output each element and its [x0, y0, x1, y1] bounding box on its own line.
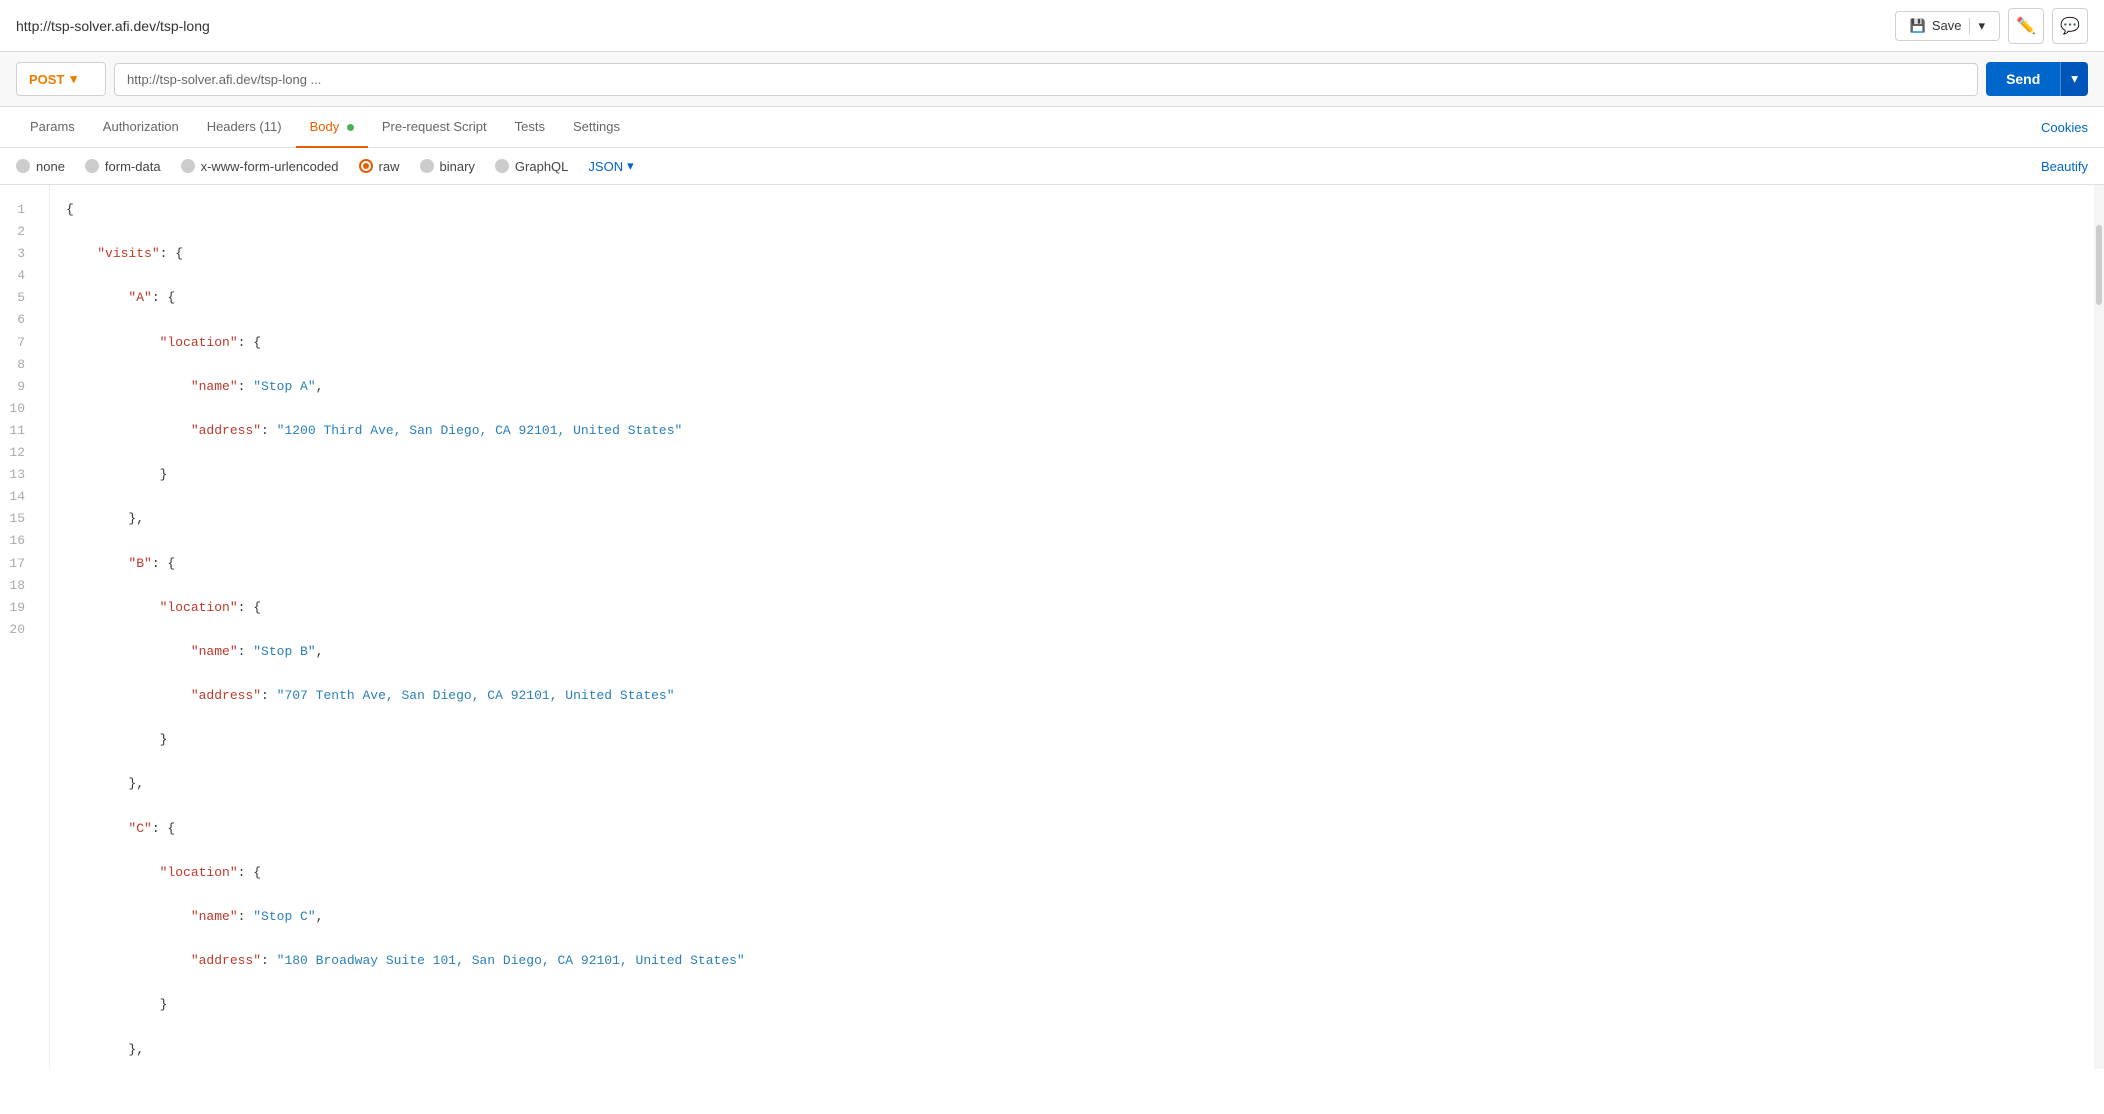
option-binary-label: binary: [440, 159, 475, 174]
option-form-data[interactable]: form-data: [85, 159, 161, 174]
code-line-10: "location": {: [66, 597, 2078, 619]
page-title: http://tsp-solver.afi.dev/tsp-long: [16, 18, 210, 34]
option-form-data-label: form-data: [105, 159, 161, 174]
cookies-link[interactable]: Cookies: [2041, 120, 2088, 135]
option-none[interactable]: none: [16, 159, 65, 174]
radio-raw[interactable]: [359, 159, 373, 173]
code-line-1: {: [66, 199, 2078, 221]
option-none-label: none: [36, 159, 65, 174]
line-num-13: 13: [0, 464, 33, 486]
radio-form-data[interactable]: [85, 159, 99, 173]
line-num-1: 1: [0, 199, 33, 221]
json-format-dropdown[interactable]: JSON ▾: [588, 158, 633, 174]
code-line-16: "location": {: [66, 862, 2078, 884]
code-line-19: }: [66, 994, 2078, 1016]
line-num-5: 5: [0, 287, 33, 309]
comment-button[interactable]: 💬: [2052, 8, 2088, 44]
code-line-3: "A": {: [66, 287, 2078, 309]
send-main-button[interactable]: Send: [1986, 62, 2060, 96]
line-num-10: 10: [0, 398, 33, 420]
code-content[interactable]: { "visits": { "A": { "location": { "name…: [50, 185, 2094, 1069]
option-raw[interactable]: raw: [359, 159, 400, 174]
tab-tests[interactable]: Tests: [501, 107, 559, 148]
method-select[interactable]: POST ▾: [16, 62, 106, 96]
code-line-17: "name": "Stop C",: [66, 906, 2078, 928]
tab-body[interactable]: Body: [296, 107, 368, 148]
edit-button[interactable]: ✏️: [2008, 8, 2044, 44]
save-icon: 💾: [1910, 18, 1926, 34]
option-raw-label: raw: [379, 159, 400, 174]
save-chevron-icon[interactable]: ▾: [1969, 18, 1985, 34]
tab-params[interactable]: Params: [16, 107, 89, 148]
line-num-2: 2: [0, 221, 33, 243]
tab-headers[interactable]: Headers (11): [193, 107, 296, 148]
option-graphql[interactable]: GraphQL: [495, 159, 568, 174]
radio-binary[interactable]: [420, 159, 434, 173]
scrollbar[interactable]: [2094, 185, 2104, 1069]
line-num-9: 9: [0, 376, 33, 398]
title-bar: http://tsp-solver.afi.dev/tsp-long 💾 Sav…: [0, 0, 2104, 52]
code-line-8: },: [66, 508, 2078, 530]
scrollbar-thumb[interactable]: [2096, 225, 2102, 305]
code-line-13: }: [66, 729, 2078, 751]
method-chevron-icon: ▾: [70, 71, 77, 87]
code-line-18: "address": "180 Broadway Suite 101, San …: [66, 950, 2078, 972]
line-num-4: 4: [0, 265, 33, 287]
method-label: POST: [29, 72, 64, 87]
line-num-3: 3: [0, 243, 33, 265]
send-button-group: Send ▾: [1986, 62, 2088, 96]
option-urlencoded-label: x-www-form-urlencoded: [201, 159, 339, 174]
json-format-label: JSON: [588, 159, 623, 174]
line-num-17: 17: [0, 553, 33, 575]
code-line-20: },: [66, 1039, 2078, 1061]
comment-icon: 💬: [2060, 16, 2080, 36]
tab-authorization[interactable]: Authorization: [89, 107, 193, 148]
tab-settings[interactable]: Settings: [559, 107, 634, 148]
option-binary[interactable]: binary: [420, 159, 475, 174]
code-line-4: "location": {: [66, 332, 2078, 354]
code-line-12: "address": "707 Tenth Ave, San Diego, CA…: [66, 685, 2078, 707]
line-num-14: 14: [0, 486, 33, 508]
line-numbers: 1234567891011121314151617181920: [0, 185, 50, 1069]
option-urlencoded[interactable]: x-www-form-urlencoded: [181, 159, 339, 174]
line-num-20: 20: [0, 619, 33, 641]
line-num-8: 8: [0, 354, 33, 376]
save-button[interactable]: 💾 Save ▾: [1895, 11, 2000, 41]
code-line-11: "name": "Stop B",: [66, 641, 2078, 663]
code-line-7: }: [66, 464, 2078, 486]
radio-none[interactable]: [16, 159, 30, 173]
radio-graphql[interactable]: [495, 159, 509, 173]
code-line-2: "visits": {: [66, 243, 2078, 265]
title-actions: 💾 Save ▾ ✏️ 💬: [1895, 8, 2088, 44]
line-num-6: 6: [0, 309, 33, 331]
body-dot: [347, 124, 354, 131]
code-line-6: "address": "1200 Third Ave, San Diego, C…: [66, 420, 2078, 442]
line-num-7: 7: [0, 332, 33, 354]
radio-urlencoded[interactable]: [181, 159, 195, 173]
line-num-16: 16: [0, 530, 33, 552]
beautify-button[interactable]: Beautify: [2041, 159, 2088, 174]
line-num-15: 15: [0, 508, 33, 530]
save-label: Save: [1932, 18, 1962, 33]
code-line-9: "B": {: [66, 553, 2078, 575]
line-num-12: 12: [0, 442, 33, 464]
line-num-11: 11: [0, 420, 33, 442]
tabs-row: Params Authorization Headers (11) Body P…: [0, 107, 2104, 148]
code-editor[interactable]: 1234567891011121314151617181920 { "visit…: [0, 185, 2104, 1069]
body-options-row: none form-data x-www-form-urlencoded raw…: [0, 148, 2104, 185]
code-line-14: },: [66, 773, 2078, 795]
code-line-5: "name": "Stop A",: [66, 376, 2078, 398]
url-input[interactable]: [114, 63, 1978, 96]
request-bar: POST ▾ Send ▾: [0, 52, 2104, 107]
code-line-15: "C": {: [66, 818, 2078, 840]
send-dropdown-button[interactable]: ▾: [2060, 62, 2088, 96]
json-chevron-icon: ▾: [627, 158, 634, 174]
line-num-18: 18: [0, 575, 33, 597]
line-num-19: 19: [0, 597, 33, 619]
option-graphql-label: GraphQL: [515, 159, 568, 174]
edit-icon: ✏️: [2016, 16, 2036, 36]
tab-prerequest[interactable]: Pre-request Script: [368, 107, 501, 148]
